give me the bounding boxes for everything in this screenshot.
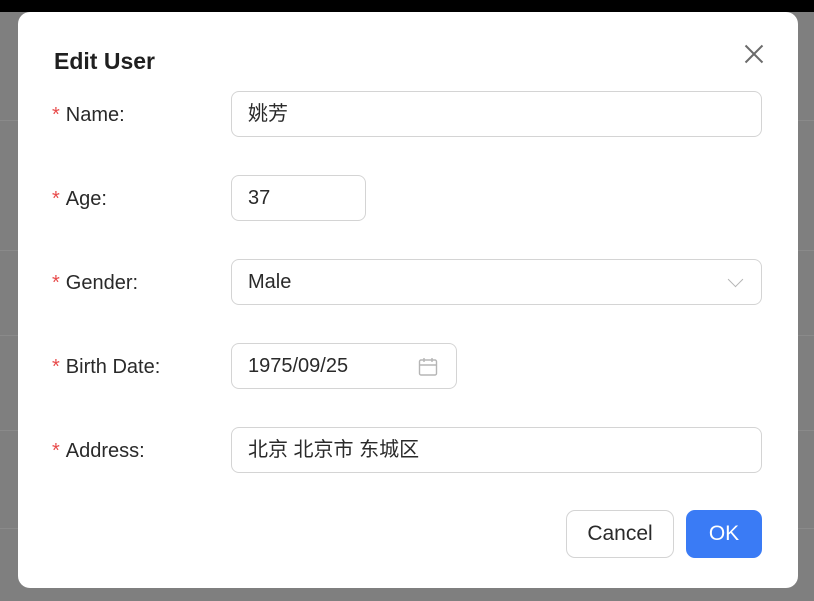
gender-select[interactable]: Male	[231, 259, 762, 305]
name-label-text: Name	[65, 104, 120, 126]
required-mark: *	[52, 440, 60, 462]
form-row-address: * Address: 北京 北京市 东城区	[18, 427, 798, 475]
form-row-gender: * Gender: Male	[18, 259, 798, 307]
required-mark: *	[52, 188, 60, 210]
form-row-birth-date: * Birth Date: 1975/09/25	[18, 343, 798, 391]
required-mark: *	[52, 104, 60, 126]
address-cascader[interactable]: 北京 北京市 东城区	[231, 427, 762, 473]
birth-date-picker[interactable]: 1975/09/25	[231, 343, 457, 389]
address-label: * Address:	[52, 440, 145, 462]
form-row-age: * Age: 37	[18, 175, 798, 223]
name-label: * Name:	[52, 104, 125, 126]
gender-select-value: Male	[248, 271, 292, 293]
required-mark: *	[52, 356, 60, 378]
close-icon[interactable]	[742, 42, 766, 66]
background-top-bar	[0, 0, 814, 12]
name-input[interactable]: 姚芳	[231, 91, 762, 137]
edit-user-dialog: Edit User * Name: 姚芳 * Age: 37 * Gender: Ma…	[18, 12, 798, 588]
ok-button[interactable]: OK	[686, 510, 762, 558]
gender-label-text: Gender	[65, 272, 133, 294]
form-row-name: * Name: 姚芳	[18, 91, 798, 139]
birth-date-label: * Birth Date:	[52, 356, 161, 378]
address-label-text: Address	[65, 440, 140, 462]
age-input[interactable]: 37	[231, 175, 366, 221]
chevron-down-icon	[727, 271, 744, 288]
dialog-title: Edit User	[54, 48, 155, 74]
required-mark: *	[52, 272, 60, 294]
age-label: * Age:	[52, 188, 107, 210]
birth-date-label-text: Birth Date	[65, 356, 155, 378]
age-label-text: Age	[65, 188, 102, 210]
birth-date-value: 1975/09/25	[248, 355, 349, 377]
calendar-icon	[418, 358, 438, 376]
cancel-button[interactable]: Cancel	[566, 510, 674, 558]
gender-label: * Gender:	[52, 272, 139, 294]
